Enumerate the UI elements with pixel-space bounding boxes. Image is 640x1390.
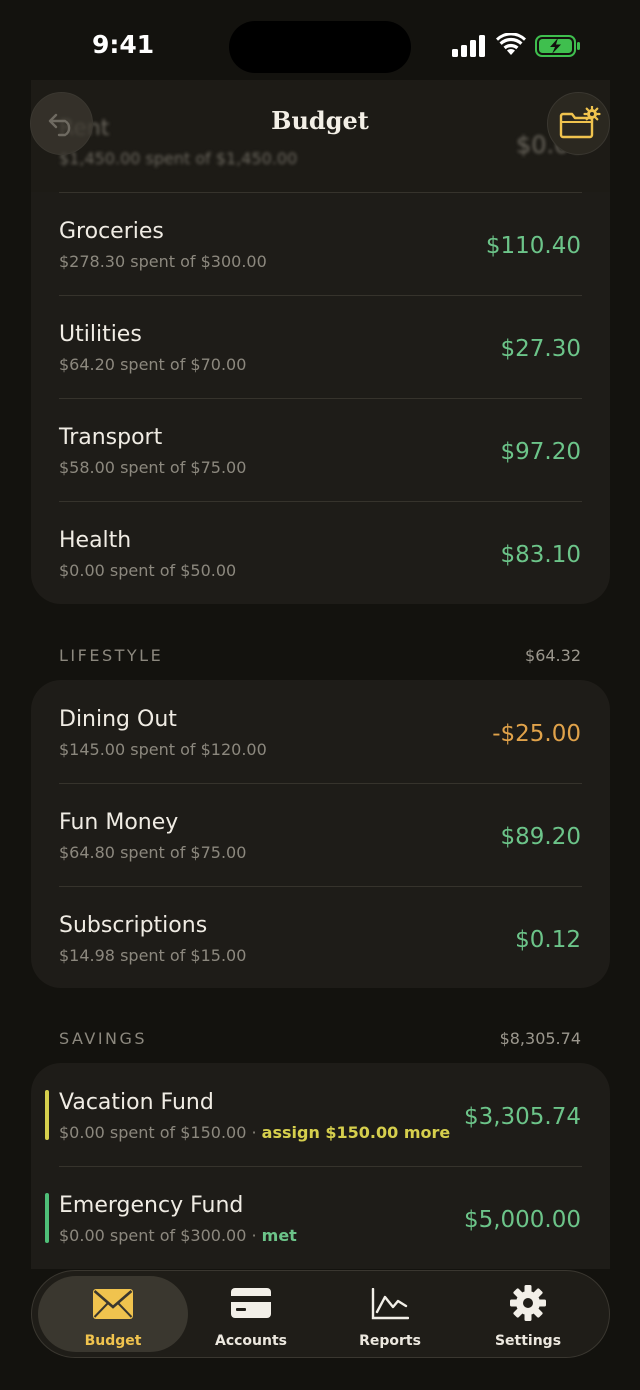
category-row-transport[interactable]: Transport $58.00 spent of $75.00 $97.20 bbox=[31, 398, 610, 501]
gear-icon bbox=[510, 1285, 546, 1321]
category-spent: $64.20 spent of $70.00 bbox=[59, 355, 247, 374]
budget-screen: Rent $1,450.00 spent of $1,450.00 $0.00 … bbox=[0, 0, 640, 1390]
section-total: $64.32 bbox=[525, 646, 581, 665]
tab-label: Accounts bbox=[214, 1333, 287, 1349]
category-available: $97.20 bbox=[500, 439, 581, 465]
category-spent: $14.98 spent of $15.00 bbox=[59, 946, 247, 965]
section-title: LIFESTYLE bbox=[59, 646, 164, 665]
goal-note: met bbox=[261, 1226, 297, 1245]
category-row-fun-money[interactable]: Fun Money $64.80 spent of $75.00 $89.20 bbox=[31, 783, 610, 886]
category-available: $110.40 bbox=[485, 233, 581, 259]
row-divider bbox=[59, 398, 582, 399]
essentials-card: Groceries $278.30 spent of $300.00 $110.… bbox=[31, 192, 610, 604]
category-name: Emergency Fund bbox=[59, 1193, 244, 1218]
envelope-icon bbox=[93, 1289, 133, 1319]
category-row-subscriptions[interactable]: Subscriptions $14.98 spent of $15.00 $0.… bbox=[31, 886, 610, 988]
tab-settings[interactable]: Settings bbox=[453, 1276, 603, 1352]
page-title: Budget bbox=[271, 106, 369, 135]
category-name: Health bbox=[59, 528, 132, 553]
category-available: $27.30 bbox=[500, 336, 581, 362]
row-divider bbox=[59, 295, 582, 296]
signal-icon bbox=[452, 35, 485, 57]
category-row-groceries[interactable]: Groceries $278.30 spent of $300.00 $110.… bbox=[31, 192, 610, 295]
category-available: $5,000.00 bbox=[463, 1207, 581, 1233]
row-divider bbox=[59, 192, 582, 193]
savings-card: Vacation Fund $0.00 spent of $150.00 · a… bbox=[31, 1063, 610, 1269]
category-name: Utilities bbox=[59, 322, 142, 347]
category-name: Transport bbox=[59, 425, 163, 450]
status-bar: 9:41 bbox=[0, 0, 640, 96]
category-available: $89.20 bbox=[500, 824, 581, 850]
tab-accounts[interactable]: Accounts bbox=[176, 1276, 326, 1352]
spent-text: $0.00 spent of $150.00 · bbox=[59, 1123, 262, 1142]
goal-accent-bar bbox=[45, 1090, 49, 1140]
row-divider bbox=[59, 501, 582, 502]
tab-label: Settings bbox=[494, 1333, 562, 1349]
category-available: $83.10 bbox=[500, 542, 581, 568]
folder-gear-icon bbox=[559, 105, 601, 138]
section-header-savings: SAVINGS $8,305.74 bbox=[59, 1029, 581, 1053]
row-divider bbox=[59, 1166, 582, 1167]
tab-bar: Budget Accounts Reports Settings bbox=[31, 1270, 610, 1358]
category-spent: $58.00 spent of $75.00 bbox=[59, 458, 247, 477]
card-icon bbox=[231, 1288, 271, 1318]
category-row-utilities[interactable]: Utilities $64.20 spent of $70.00 $27.30 bbox=[31, 295, 610, 398]
section-total: $8,305.74 bbox=[499, 1029, 581, 1048]
category-spent: $0.00 spent of $150.00 · assign $150.00 … bbox=[59, 1123, 450, 1142]
category-spent: $145.00 spent of $120.00 bbox=[59, 740, 267, 759]
battery-charging-icon bbox=[535, 35, 580, 57]
category-name: Fun Money bbox=[59, 810, 179, 835]
category-name: Dining Out bbox=[59, 707, 177, 732]
category-available: $0.12 bbox=[515, 927, 581, 953]
category-spent: $0.00 spent of $50.00 bbox=[59, 561, 237, 580]
row-divider bbox=[59, 886, 582, 887]
section-title: SAVINGS bbox=[59, 1029, 148, 1048]
category-spent: $64.80 spent of $75.00 bbox=[59, 843, 247, 862]
row-divider bbox=[59, 783, 582, 784]
folder-settings-button[interactable] bbox=[547, 92, 610, 155]
goal-note: assign $150.00 more bbox=[261, 1123, 451, 1142]
goal-accent-bar bbox=[45, 1193, 49, 1243]
tab-label: Budget bbox=[84, 1333, 142, 1349]
dynamic-island bbox=[229, 21, 411, 73]
category-name: Subscriptions bbox=[59, 913, 208, 938]
chart-icon bbox=[371, 1288, 409, 1320]
tab-reports[interactable]: Reports bbox=[315, 1276, 465, 1352]
category-available: -$25.00 bbox=[492, 721, 581, 747]
wifi-icon bbox=[496, 33, 526, 55]
status-time: 9:41 bbox=[92, 30, 155, 59]
category-name: Groceries bbox=[59, 219, 164, 244]
category-name: Vacation Fund bbox=[59, 1090, 214, 1115]
spent-text: $0.00 spent of $300.00 · bbox=[59, 1226, 262, 1245]
category-row-vacation-fund[interactable]: Vacation Fund $0.00 spent of $150.00 · a… bbox=[31, 1063, 610, 1166]
tab-budget[interactable]: Budget bbox=[38, 1276, 188, 1352]
category-row-dining-out[interactable]: Dining Out $145.00 spent of $120.00 -$25… bbox=[31, 680, 610, 783]
tab-label: Reports bbox=[359, 1333, 421, 1349]
category-row-health[interactable]: Health $0.00 spent of $50.00 $83.10 bbox=[31, 501, 610, 604]
lifestyle-card: Dining Out $145.00 spent of $120.00 -$25… bbox=[31, 680, 610, 988]
category-spent: $278.30 spent of $300.00 bbox=[59, 252, 267, 271]
category-row-emergency-fund[interactable]: Emergency Fund $0.00 spent of $300.00 · … bbox=[31, 1166, 610, 1269]
category-spent: $0.00 spent of $300.00 · met bbox=[59, 1226, 297, 1245]
category-available: $3,305.74 bbox=[463, 1104, 581, 1130]
section-header-lifestyle: LIFESTYLE $64.32 bbox=[59, 646, 581, 670]
